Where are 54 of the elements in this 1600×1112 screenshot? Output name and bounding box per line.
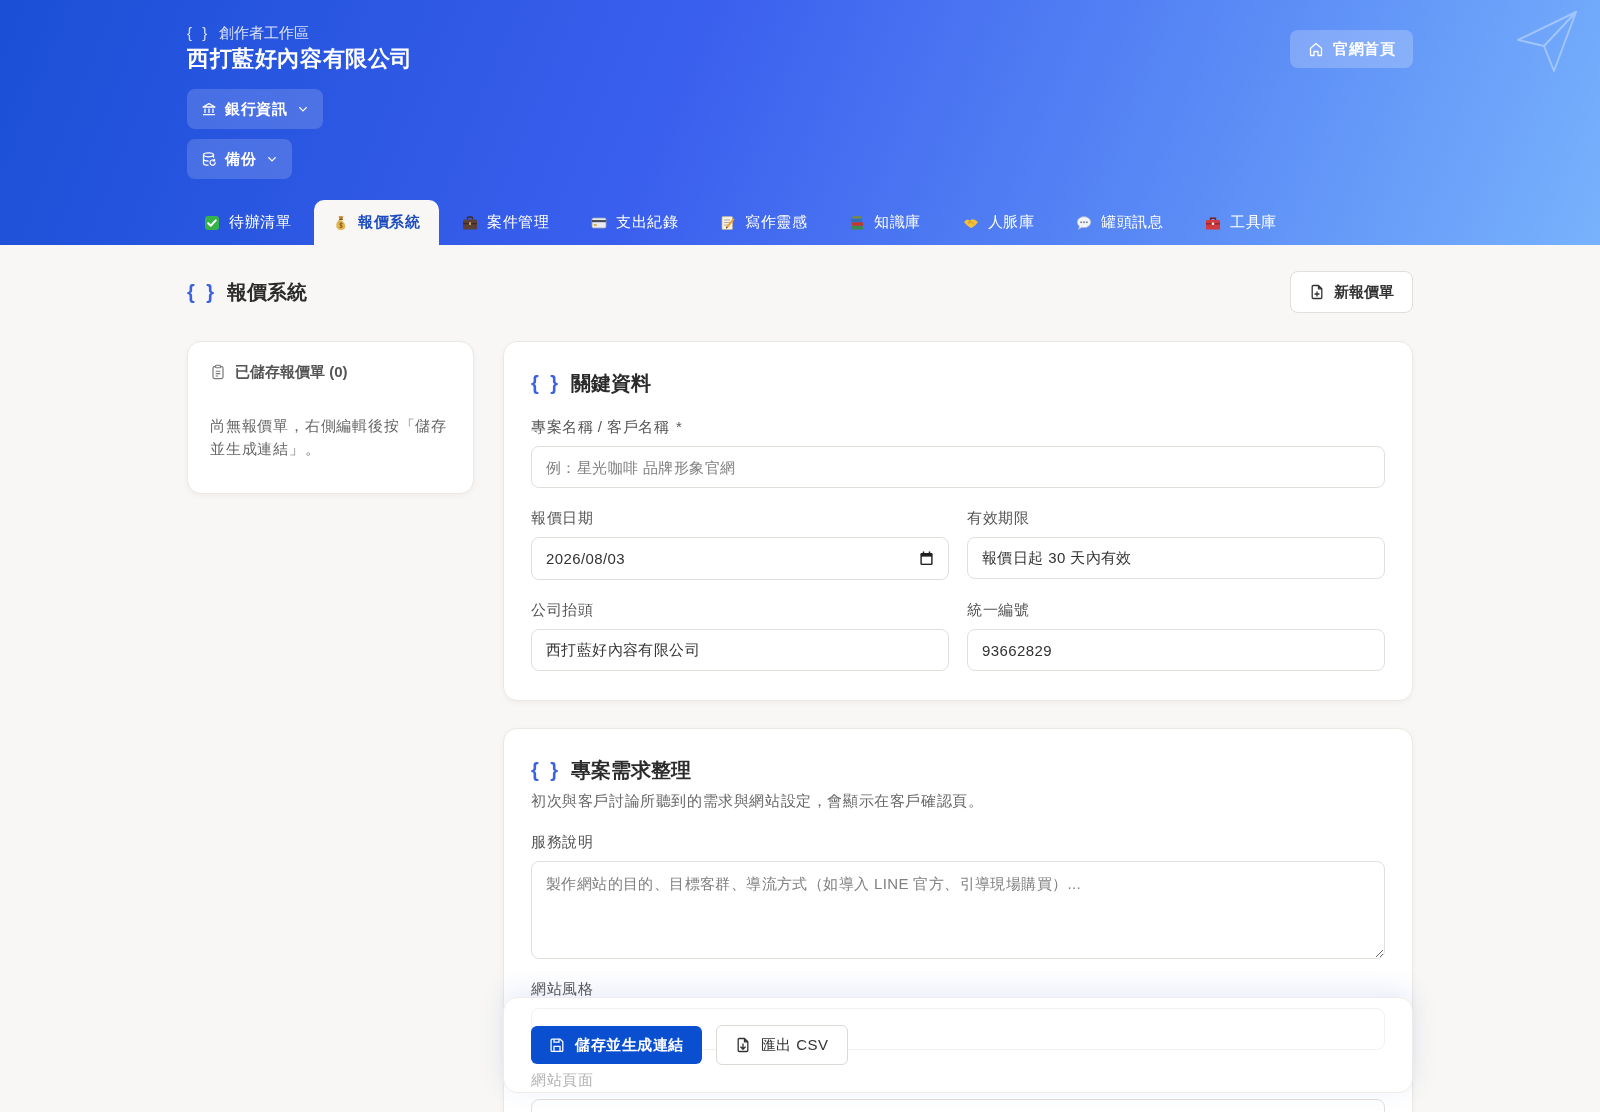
save-button[interactable]: 儲存並生成連結 (531, 1026, 702, 1064)
section-description: 初次與客戶討論所聽到的需求與網站設定，會顯示在客戶確認頁。 (531, 791, 985, 811)
memo-pencil-icon (720, 214, 736, 231)
export-button[interactable]: 匯出 CSV (715, 1025, 848, 1065)
text-input[interactable]: 報價日起 30 天內有效 (967, 537, 1385, 579)
field-label: 專案名稱 / 客戶名稱 (531, 418, 669, 436)
database-icon (201, 151, 217, 167)
nav-tab[interactable]: 罐頭訊息 (1057, 200, 1182, 245)
page-title: 報價系統 (227, 280, 308, 305)
menu-dropdown[interactable]: 銀行資訊 (187, 89, 323, 129)
field-label: 有效期限 (967, 509, 1029, 527)
nav-tab[interactable]: 寫作靈感 (701, 200, 826, 245)
brace-mark: { } (187, 280, 218, 305)
textarea-input[interactable]: 製作網站的目的、目標客群、導流方式（如導入 LINE 官方、引導現場購買）... (531, 861, 1385, 959)
briefcase-icon (462, 214, 478, 231)
brace-mark: { } (531, 758, 562, 783)
menu-dropdown[interactable]: 備份 (187, 139, 292, 179)
speech-bubble-icon (1076, 214, 1092, 231)
file-plus-icon (1309, 284, 1325, 300)
paper-plane-icon (1516, 10, 1578, 73)
section-title: 專案需求整理 (571, 758, 692, 783)
text-input[interactable]: 93662829 (967, 629, 1385, 671)
text-input[interactable]: 例：星光咖啡 品牌形象官網 (531, 446, 1385, 488)
nav-tab[interactable]: 案件管理 (443, 200, 568, 245)
credit-card-icon (591, 214, 607, 231)
bank-icon (201, 101, 217, 117)
field-label: 統一編號 (967, 601, 1029, 619)
new-quote-button[interactable]: 新報價單 (1290, 271, 1413, 313)
field-label: 報價日期 (531, 509, 593, 527)
nav-tab[interactable]: 知識庫 (830, 200, 940, 245)
nav-tab[interactable]: 人脈庫 (943, 200, 1053, 245)
nav-tab[interactable]: 待辦清單 (185, 200, 310, 245)
field-label: 網站風格 (531, 980, 593, 998)
check-box-icon (204, 214, 220, 231)
calendar-icon[interactable] (919, 551, 934, 566)
field-label: 服務說明 (531, 833, 593, 851)
brace-mark: { } (187, 23, 211, 43)
books-icon (849, 214, 865, 231)
date-input[interactable]: 2026/08/03 (531, 537, 949, 580)
clipboard-icon (210, 364, 226, 380)
empty-message: 尚無報價單，右側編輯後按「儲存並生成連結」。 (210, 416, 448, 459)
required-mark: * (676, 418, 683, 436)
home-icon (1308, 41, 1324, 57)
panel-title: 已儲存報價單 (0) (235, 362, 348, 382)
nav-tab[interactable]: 報價系統 (314, 200, 439, 245)
company-name: 西打藍好內容有限公司 (187, 45, 413, 73)
section-title: 關鍵資料 (571, 371, 652, 396)
nav-tab[interactable]: 支出紀錄 (572, 200, 697, 245)
field-label: 網站頁面 (531, 1071, 593, 1089)
text-input[interactable]: 西打藍好內容有限公司 (531, 629, 949, 671)
nav-tab[interactable]: 工具庫 (1186, 200, 1296, 245)
workspace-label: 創作者工作區 (219, 23, 310, 43)
brace-mark: { } (531, 371, 562, 396)
field-label: 公司抬頭 (531, 601, 593, 619)
